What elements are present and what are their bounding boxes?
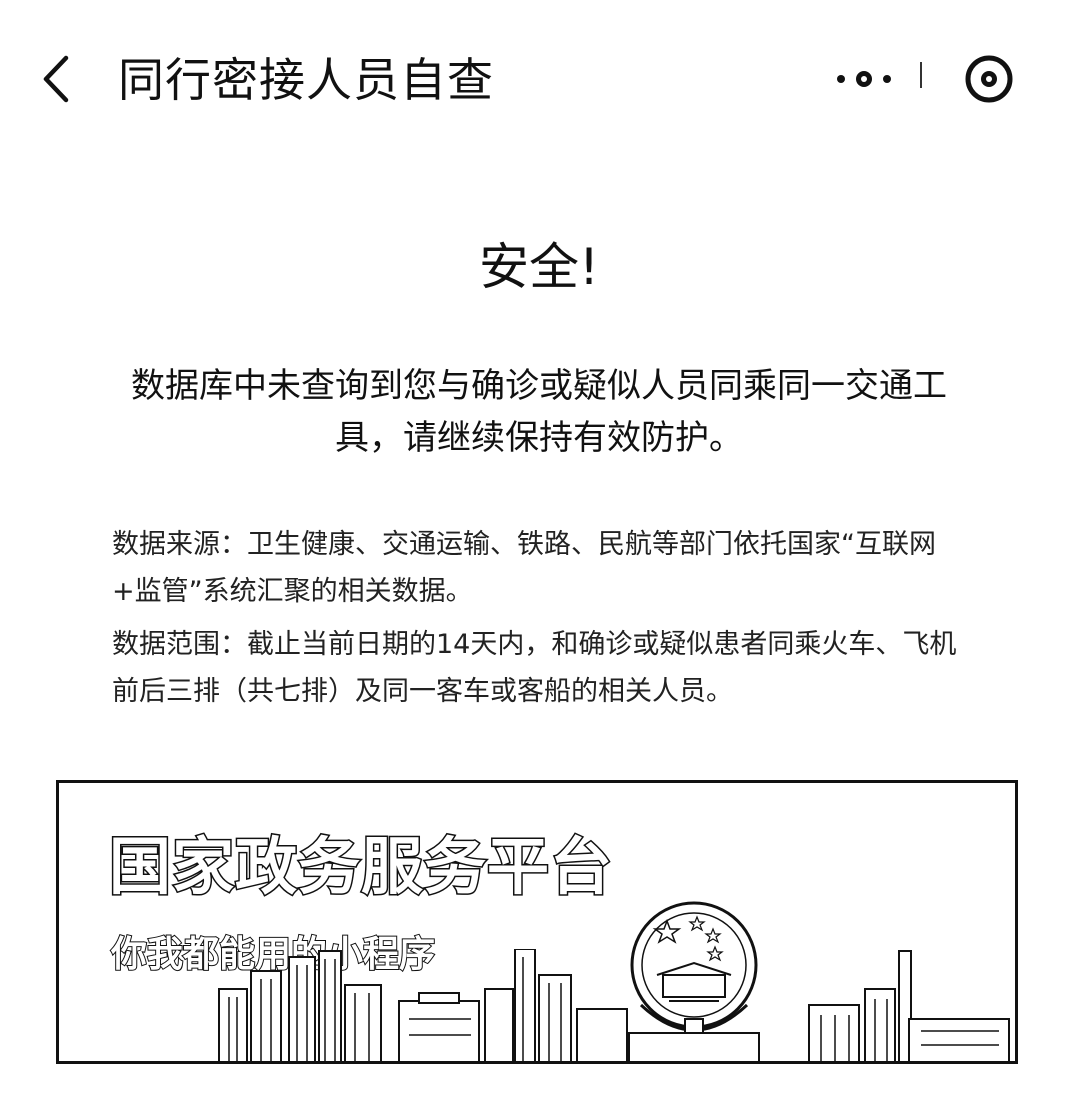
- more-dots-icon: [837, 71, 891, 87]
- back-arrow-icon: [43, 55, 69, 103]
- result-heading: 安全!: [478, 238, 600, 296]
- capsule-divider: [920, 62, 922, 88]
- gov-platform-banner[interactable]: 国家政务服务平台 你我都能用的小程序: [56, 780, 1018, 1064]
- national-emblem-icon: [628, 901, 760, 1061]
- result-message: 数据库中未查询到您与确诊或疑似人员同乘同一交通工具，请继续保持有效防护。: [131, 366, 947, 458]
- data-range-text: 数据范围：截止当前日期的14天内，和确诊或疑似患者同乘火车、飞机前后三排（共七排…: [112, 629, 957, 707]
- navigation-bar: 同行密接人员自查: [0, 0, 1078, 160]
- close-target-icon: [965, 55, 1013, 103]
- more-button[interactable]: [832, 66, 896, 92]
- back-button[interactable]: [36, 50, 86, 108]
- data-source-text: 数据来源：卫生健康、交通运输、铁路、民航等部门依托国家“互联网+监管”系统汇聚的…: [112, 529, 936, 607]
- city-skyline: [218, 949, 1010, 1061]
- banner-title: 国家政务服务平台: [107, 829, 614, 905]
- menu-capsule: [820, 50, 1030, 108]
- close-button[interactable]: [964, 54, 1014, 104]
- page-title: 同行密接人员自查: [118, 53, 494, 107]
